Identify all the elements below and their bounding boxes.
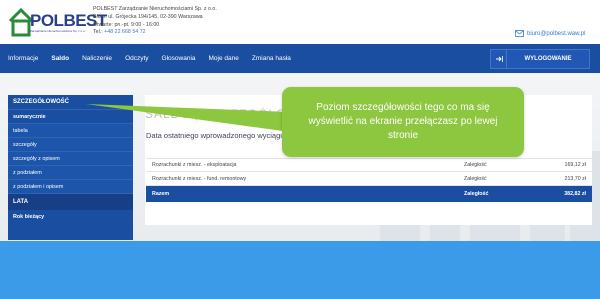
company-info: POLBEST Zarządzanie Nieruchomościami Sp.… (93, 6, 217, 37)
company-name: POLBEST Zarządzanie Nieruchomościami Sp.… (93, 6, 217, 12)
total-amount: 382,82 zł (564, 191, 586, 197)
help-tooltip: Poziom szczegółowości tego co ma się wyś… (282, 87, 524, 157)
balance-table: Rozrachunki z miesz. - eksploatacja Zale… (146, 158, 592, 202)
total-status: Zaległość (464, 191, 489, 197)
sidebar-item-tabela[interactable]: tabela (8, 124, 133, 138)
logout-button[interactable]: WYLOGOWANIE (490, 49, 590, 69)
logout-icon (491, 50, 507, 68)
sidebar-item-sumarycznie[interactable]: sumarycznie (8, 110, 133, 124)
sidebar-item-z-podzialem[interactable]: z podziałem (8, 166, 133, 180)
envelope-icon (515, 30, 524, 37)
company-address: Biuro: ul. Grójecka 194/145, 02-390 Wars… (93, 13, 203, 20)
sidebar: SZCZEGÓŁOWOŚĆ sumarycznie tabela szczegó… (8, 95, 133, 240)
row-name: Rozrachunki z miesz. - eksploatacja (152, 162, 237, 168)
nav-saldo[interactable]: Saldo (51, 55, 69, 62)
main-nav: Informacje Saldo Naliczenie Odczyty Głos… (0, 44, 600, 73)
table-row: Rozrachunki z miesz. - fund. remontowy Z… (146, 172, 592, 186)
row-amount: 213,70 zł (564, 175, 587, 182)
row-status: Zaległość (464, 162, 487, 168)
sidebar-header-detail: SZCZEGÓŁOWOŚĆ (8, 95, 133, 110)
sidebar-item-szczegoly[interactable]: szczegóły (8, 138, 133, 152)
logo-subtitle: Zarządzanie Nieruchomościami Sp. z o.o. (30, 29, 86, 33)
email-text: biuro@polbest.waw.pl (527, 30, 586, 37)
nav-naliczenie[interactable]: Naliczenie (82, 55, 112, 62)
table-total-row: Razem Zaległość 382,82 zł (146, 186, 592, 202)
company-phone: Tel.: +48 22 668 54 72 (93, 29, 217, 37)
logo[interactable]: POLBEST Zarządzanie Nieruchomościami Sp.… (8, 7, 107, 43)
email-link[interactable]: biuro@polbest.waw.pl (515, 30, 585, 37)
sidebar-item-rok-biezacy[interactable]: Rok bieżący (8, 210, 133, 224)
nav-moje-dane[interactable]: Moje dane (209, 55, 239, 62)
row-status: Zaległość (464, 175, 487, 182)
header: POLBEST Zarządzanie Nieruchomościami Sp.… (0, 0, 600, 44)
nav-zmiana-hasla[interactable]: Zmiana hasła (252, 55, 291, 62)
last-statement-date: Data ostatniego wprowadzonego wyciągu (146, 131, 285, 140)
row-amount: 169,12 zł (564, 162, 587, 168)
total-name: Razem (152, 191, 170, 197)
footer-band (0, 241, 600, 299)
sidebar-item-z-podzialem-i-opisem[interactable]: z podziałem i opisem (8, 180, 133, 194)
table-row: Rozrachunki z miesz. - eksploatacja Zale… (146, 158, 592, 172)
nav-odczyty[interactable]: Odczyty (125, 55, 148, 62)
row-name: Rozrachunki z miesz. - fund. remontowy (152, 175, 247, 182)
nav-informacje[interactable]: Informacje (8, 55, 38, 62)
sidebar-item-szczegoly-z-opisem[interactable]: szczegóły z opisem (8, 152, 133, 166)
logout-label: WYLOGOWANIE (524, 56, 572, 62)
phone-label: Tel.: (93, 29, 103, 36)
company-hours: Otwarte: pn.-pt. 9:00 - 16:00 (93, 21, 160, 28)
sidebar-header-years: LATA (8, 194, 133, 210)
phone-value[interactable]: +48 22 668 54 72 (104, 29, 145, 35)
nav-glosowania[interactable]: Głosowania (162, 55, 196, 62)
